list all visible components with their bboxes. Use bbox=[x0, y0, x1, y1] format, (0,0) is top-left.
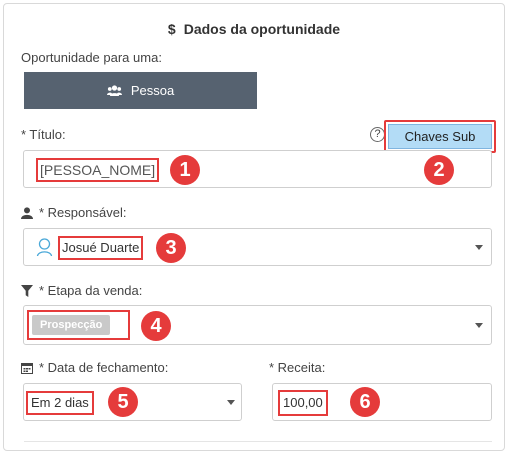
person-option-button[interactable]: Pessoa bbox=[24, 72, 257, 109]
marker-1: 1 bbox=[170, 155, 200, 185]
help-icon[interactable]: ? bbox=[370, 127, 385, 142]
person-option-label: Pessoa bbox=[130, 83, 175, 98]
marker-4: 4 bbox=[141, 311, 171, 341]
opportunity-panel: $ Dados da oportunidade Oportunidade para… bbox=[3, 3, 505, 451]
section-title: $ Dados da oportunidade bbox=[4, 21, 504, 37]
revenue-input[interactable]: 100,00 bbox=[272, 383, 492, 421]
divider bbox=[24, 441, 492, 442]
user-icon bbox=[21, 207, 33, 222]
marker-5: 5 bbox=[108, 387, 138, 417]
title-value: [PESSOA_NOME] bbox=[36, 158, 160, 182]
section-title-text: Dados da oportunidade bbox=[183, 21, 341, 37]
responsible-label: * Responsável: bbox=[39, 205, 127, 220]
close-date-value: Em 2 dias bbox=[26, 391, 94, 415]
marker-3: 3 bbox=[156, 233, 186, 263]
revenue-label: * Receita: bbox=[269, 360, 326, 375]
marker-2: 2 bbox=[424, 155, 454, 185]
responsible-value: Josué Duarte bbox=[58, 236, 144, 260]
chevron-down-icon bbox=[227, 400, 235, 405]
chevron-down-icon bbox=[475, 245, 483, 250]
stage-badge: Prospecção bbox=[32, 315, 111, 335]
keys-button-highlight: Chaves Sub bbox=[384, 120, 496, 153]
calendar-icon bbox=[21, 362, 33, 377]
title-input[interactable]: [PESSOA_NOME] bbox=[23, 150, 492, 188]
stage-select[interactable]: Prospecção bbox=[23, 305, 492, 345]
user-avatar-icon bbox=[36, 237, 53, 260]
title-label: * Título: bbox=[21, 127, 66, 142]
keys-sub-button[interactable]: Chaves Sub bbox=[388, 124, 492, 149]
users-icon bbox=[106, 85, 122, 96]
close-date-label: * Data de fechamento: bbox=[39, 360, 169, 375]
filter-icon bbox=[21, 285, 33, 300]
stage-highlight: Prospecção bbox=[27, 310, 130, 340]
stage-label: * Etapa da venda: bbox=[39, 283, 143, 298]
opportunity-for-label: Oportunidade para uma: bbox=[21, 50, 162, 65]
marker-6: 6 bbox=[350, 387, 380, 417]
dollar-icon: $ bbox=[167, 21, 176, 37]
chevron-down-icon bbox=[475, 323, 483, 328]
revenue-value: 100,00 bbox=[278, 390, 328, 416]
responsible-select[interactable]: Josué Duarte bbox=[23, 228, 492, 266]
